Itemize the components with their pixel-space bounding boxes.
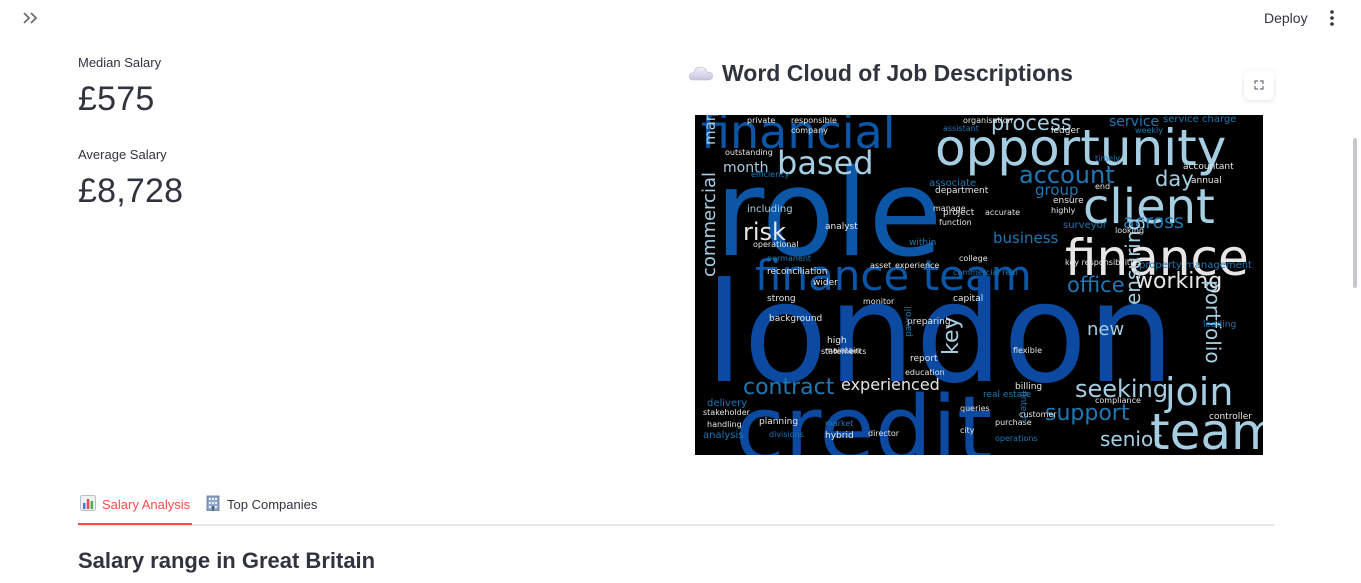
word-cloud-word: timely bbox=[1095, 154, 1121, 163]
section-title: Salary range in Great Britain bbox=[78, 548, 376, 573]
metric-label-average: Average Salary bbox=[78, 147, 167, 162]
word-cloud-word: annual bbox=[1191, 176, 1222, 186]
word-cloud-word: manage bbox=[933, 204, 966, 213]
word-cloud-word: end bbox=[1095, 182, 1111, 191]
word-cloud-word: stakeholder bbox=[703, 408, 750, 417]
word-cloud-word: responsible bbox=[791, 116, 837, 125]
tab-label: Top Companies bbox=[227, 497, 318, 512]
header-bar: Deploy bbox=[0, 0, 1361, 36]
word-cloud-word: senior bbox=[1100, 427, 1162, 451]
word-cloud-word: support bbox=[1045, 401, 1130, 426]
word-cloud-word: accountant bbox=[1183, 162, 1234, 172]
word-cloud-word: office bbox=[1067, 273, 1125, 297]
word-cloud-word: planning bbox=[759, 417, 799, 427]
word-cloud-word: outstanding bbox=[725, 148, 773, 157]
word-cloud-word: maintain bbox=[825, 346, 861, 355]
word-cloud-word: reconciliation bbox=[767, 267, 828, 277]
word-cloud-word: including bbox=[747, 204, 793, 215]
word-cloud-word: controller bbox=[1209, 412, 1252, 422]
word-cloud-word: compliance bbox=[1095, 396, 1141, 405]
metric-label-median: Median Salary bbox=[78, 55, 162, 70]
word-cloud-word: function bbox=[939, 218, 972, 227]
word-cloud-word: asset bbox=[870, 261, 892, 270]
fullscreen-icon bbox=[1254, 80, 1264, 90]
word-cloud-word: flexible bbox=[1013, 346, 1042, 355]
word-cloud-word: payroll bbox=[904, 306, 914, 337]
word-cloud-word: queries bbox=[960, 404, 990, 413]
office-building-icon bbox=[205, 495, 221, 514]
tab-bar: Salary Analysis Top Companies bbox=[78, 486, 1274, 526]
word-cloud-word: analyst bbox=[825, 222, 858, 232]
word-cloud-word: college bbox=[959, 254, 988, 263]
word-cloud-word: capital bbox=[953, 294, 984, 304]
word-cloud-word: day bbox=[1155, 167, 1194, 191]
vertical-dots-icon[interactable] bbox=[1325, 8, 1339, 28]
tab-label: Salary Analysis bbox=[102, 497, 191, 512]
word-cloud-word: operations bbox=[995, 434, 1038, 443]
word-cloud-word: permanent bbox=[767, 254, 812, 263]
cloud-icon bbox=[689, 66, 713, 81]
tab-salary-analysis[interactable]: Salary Analysis bbox=[78, 486, 193, 525]
word-cloud-word: operational bbox=[753, 240, 799, 249]
deploy-button[interactable]: Deploy bbox=[1256, 7, 1316, 29]
word-cloud-word: monitor bbox=[863, 297, 895, 306]
word-cloud-word: city bbox=[960, 426, 975, 435]
word-cloud-word: company bbox=[791, 126, 828, 135]
metric-value-median: £575 bbox=[78, 80, 155, 118]
word-cloud-word: commercial bbox=[699, 172, 720, 277]
fullscreen-button[interactable] bbox=[1244, 70, 1274, 100]
word-cloud-word: wider bbox=[813, 278, 838, 288]
word-cloud-word: contract bbox=[743, 375, 835, 400]
word-cloud-word: education bbox=[905, 368, 945, 377]
word-cloud-word: real estate bbox=[983, 390, 1032, 400]
word-cloud-word: experienced bbox=[841, 375, 940, 394]
word-cloud-word: commercial real bbox=[953, 268, 1018, 277]
word-cloud-word: looking bbox=[1115, 226, 1145, 235]
word-cloud-header: Word Cloud of Job Descriptions bbox=[688, 58, 1073, 88]
word-cloud-word: private bbox=[747, 116, 776, 125]
word-cloud-word: director bbox=[868, 429, 900, 438]
tab-top-companies[interactable]: Top Companies bbox=[205, 486, 317, 523]
word-cloud-word: ensure bbox=[1053, 196, 1084, 206]
word-cloud-word: ledger bbox=[1051, 126, 1080, 136]
word-cloud-word: business bbox=[993, 229, 1059, 247]
word-cloud-word: hybrid bbox=[825, 431, 854, 441]
word-cloud-word: report bbox=[910, 354, 938, 364]
word-cloud-word: assistant bbox=[943, 124, 979, 133]
word-cloud-word: divisions bbox=[769, 430, 804, 439]
word-cloud-word: management bbox=[701, 115, 719, 145]
word-cloud-word: analysis bbox=[703, 430, 744, 441]
word-cloud-word: leading bbox=[1203, 320, 1237, 330]
word-cloud-word: service charge bbox=[1163, 115, 1237, 125]
word-cloud-title: Word Cloud of Job Descriptions bbox=[722, 59, 1073, 86]
word-cloud-word: market bbox=[825, 419, 854, 428]
word-cloud-word: handling bbox=[707, 420, 742, 429]
word-cloud-word: high bbox=[827, 336, 847, 346]
word-cloud-word: strong bbox=[767, 294, 796, 304]
scrollbar[interactable] bbox=[1353, 138, 1357, 288]
word-cloud-word: customer bbox=[1019, 410, 1057, 419]
word-cloud-word: surveyor bbox=[1063, 220, 1107, 231]
word-cloud-word: highly bbox=[1051, 206, 1076, 215]
double-chevron-right-icon[interactable] bbox=[20, 8, 42, 28]
word-cloud-word: department bbox=[935, 186, 989, 196]
bar-chart-icon bbox=[80, 495, 96, 514]
word-cloud-word: within bbox=[909, 238, 937, 248]
word-cloud-word: key responsibilities bbox=[1065, 258, 1142, 267]
word-cloud-word: efficiency bbox=[751, 170, 790, 179]
word-cloud-word: background bbox=[769, 314, 823, 324]
word-cloud-word: weekly bbox=[1135, 126, 1163, 135]
metric-value-average: £8,728 bbox=[78, 172, 184, 210]
word-cloud-word: based bbox=[777, 144, 874, 182]
word-cloud-image: financial opportunity role based client finan… bbox=[695, 115, 1263, 455]
word-cloud-word: new bbox=[1087, 319, 1125, 340]
word-cloud-word: organisation bbox=[963, 116, 1013, 125]
word-cloud-word: property management bbox=[1139, 260, 1252, 271]
word-cloud-word: accurate bbox=[985, 208, 1021, 217]
word-cloud-word: experience bbox=[895, 261, 940, 270]
word-cloud-word: join bbox=[1165, 370, 1234, 414]
